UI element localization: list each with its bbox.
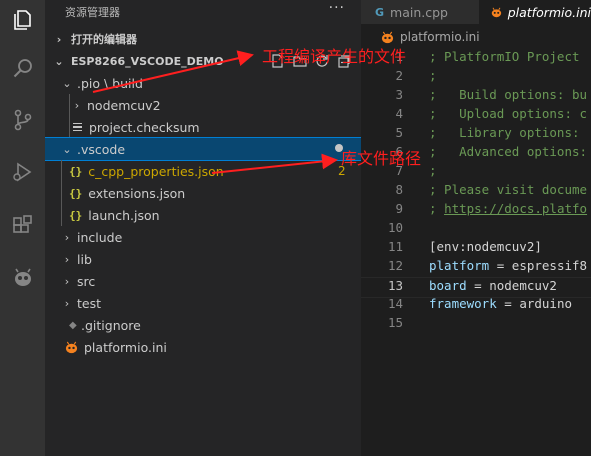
annotation-library-path: 库文件路径 bbox=[341, 149, 422, 168]
annotation-arrows bbox=[92, 50, 338, 174]
annotation-arrow-library bbox=[211, 153, 338, 174]
annotation-arrow-build bbox=[92, 50, 254, 93]
annotation-build-files: 工程编译产生的文件 bbox=[262, 47, 407, 66]
